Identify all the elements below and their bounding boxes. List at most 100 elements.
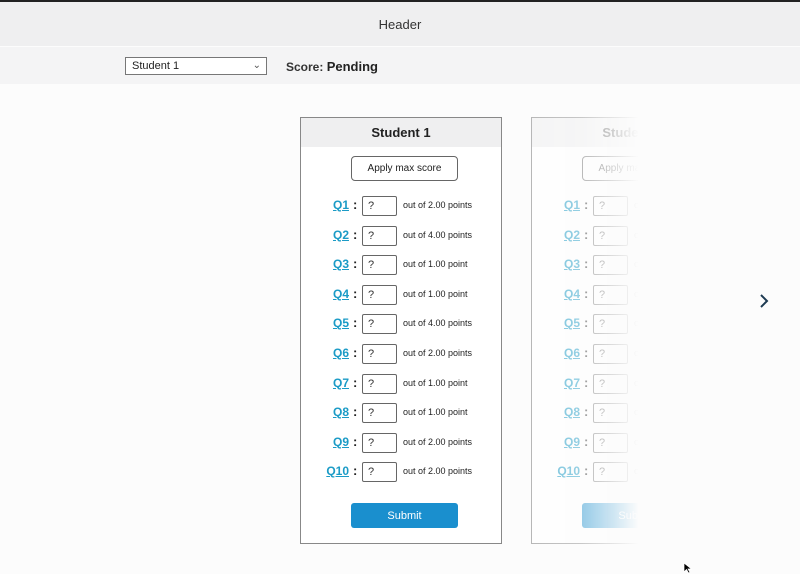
question-row: Q10 : ? out of 2.00 points [532,462,732,483]
max-points: out of 1.00 point [403,407,468,418]
max-points: out of 4.00 points [634,229,704,240]
question-link[interactable]: Q1 [564,198,580,212]
max-points: out of 2.00 points [403,200,473,210]
score-input[interactable]: ? [593,255,628,276]
question-link[interactable]: Q2 [564,228,580,242]
score-input[interactable]: ? [593,196,628,216]
question-link[interactable]: Q6 [564,346,580,360]
score-input[interactable]: ? [593,225,628,246]
question-link[interactable]: Q4 [333,287,349,301]
question-row: Q8 : ? out of 1.00 point [301,403,501,424]
score-input[interactable]: ? [362,225,397,246]
score-label: Score: [286,60,324,74]
score-input[interactable]: ? [593,344,628,364]
colon: : [584,404,589,420]
score-input[interactable]: ? [362,284,397,305]
score-input[interactable]: ? [362,196,397,216]
question-link[interactable]: Q6 [333,346,349,360]
score-input[interactable]: ? [593,432,628,453]
score-input[interactable]: ? [362,344,397,364]
question-link[interactable]: Q9 [333,435,349,449]
submit-button[interactable]: Submit [582,503,689,528]
question-link[interactable]: Q8 [333,405,349,419]
score-input[interactable]: ? [593,284,628,305]
colon: : [353,285,358,301]
colon: : [584,433,589,449]
colon: : [584,374,589,390]
mouse-pointer-icon [683,562,693,574]
question-link[interactable]: Q5 [564,316,580,330]
max-points: out of 1.00 point [403,259,468,270]
colon: : [584,463,589,479]
score-input[interactable]: ? [593,403,628,424]
question-link[interactable]: Q2 [333,228,349,242]
question-row: Q7 : ? out of 1.00 point [532,373,732,394]
question-link[interactable]: Q3 [564,257,580,271]
colon: : [353,226,358,242]
question-row: Q6 : ? out of 2.00 points [532,344,732,364]
score-input[interactable]: ? [362,432,397,453]
colon: : [353,433,358,449]
score-input[interactable]: ? [362,462,397,483]
question-row: Q1 : ? out of 2.00 points [532,196,732,216]
colon: : [584,315,589,331]
colon: : [584,226,589,242]
score-input[interactable]: ? [362,314,397,335]
max-points: out of 2.00 points [403,436,473,447]
question-link[interactable]: Q9 [564,435,580,449]
question-link[interactable]: Q1 [333,198,349,212]
score-input[interactable]: ? [362,255,397,276]
max-points: out of 1.00 point [403,288,468,299]
max-points: out of 2.00 points [634,436,704,447]
colon: : [584,197,589,212]
question-row: Q10 : ? out of 2.00 points [301,462,501,483]
question-row: Q3 : ? out of 1.00 point [301,255,501,276]
question-link[interactable]: Q10 [557,464,580,478]
max-points: out of 4.00 points [634,318,704,329]
score-input[interactable]: ? [593,462,628,483]
question-row: Q1 : ? out of 2.00 points [301,196,501,216]
question-row: Q3 : ? out of 1.00 point [532,255,732,276]
question-link[interactable]: Q7 [564,376,580,390]
question-link[interactable]: Q8 [564,405,580,419]
max-points: out of 2.00 points [634,466,704,477]
colon: : [584,345,589,360]
score-input[interactable]: ? [362,373,397,394]
question-row: Q4 : ? out of 1.00 point [532,284,732,305]
submit-button[interactable]: Submit [351,503,458,528]
chevron-right-icon[interactable] [757,292,771,310]
question-link[interactable]: Q7 [333,376,349,390]
score-input[interactable]: ? [362,403,397,424]
question-link[interactable]: Q3 [333,257,349,271]
colon: : [353,197,358,212]
student-select-value: Student 1 [132,60,180,72]
question-link[interactable]: Q4 [564,287,580,301]
colon: : [353,374,358,390]
header: Header [0,2,800,46]
question-row: Q4 : ? out of 1.00 point [301,284,501,305]
max-points: out of 2.00 points [634,200,704,210]
colon: : [353,315,358,331]
score-input[interactable]: ? [593,314,628,335]
question-row: Q5 : ? out of 4.00 points [532,314,732,335]
max-points: out of 2.00 points [634,348,704,358]
colon: : [353,463,358,479]
student-select[interactable]: Student 1 ⌄ [125,57,267,75]
max-points: out of 2.00 points [403,466,473,477]
question-link[interactable]: Q5 [333,316,349,330]
max-points: out of 4.00 points [403,318,473,329]
question-row: Q2 : ? out of 4.00 points [532,225,732,246]
question-link[interactable]: Q10 [326,464,349,478]
chevron-down-icon: ⌄ [252,60,261,71]
max-points: out of 4.00 points [403,229,473,240]
score-input[interactable]: ? [593,373,628,394]
colon: : [584,285,589,301]
apply-max-score-button[interactable]: Apply max score [582,156,689,181]
apply-max-score-button[interactable]: Apply max score [351,156,458,181]
card-title: Student 2 [532,118,732,147]
score-status: Score: Pending [286,59,378,74]
colon: : [584,256,589,272]
max-points: out of 1.00 point [403,377,468,388]
toolbar [0,47,800,84]
max-points: out of 1.00 point [634,407,699,418]
